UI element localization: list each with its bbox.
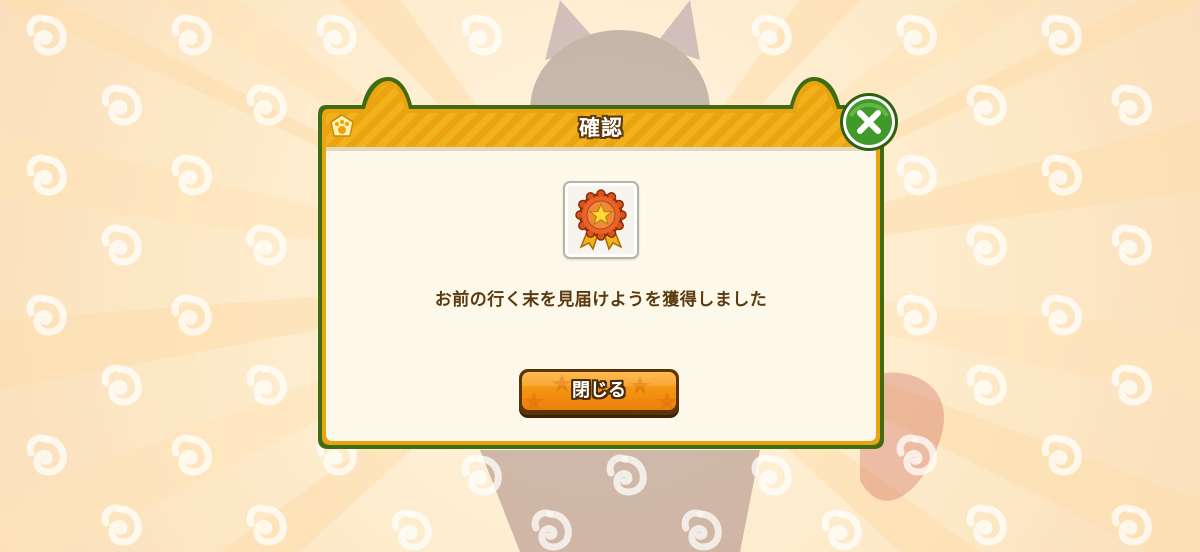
close-button-label: 閉じる (572, 380, 626, 401)
star-medal-ribbon-icon (575, 189, 627, 251)
game-scene: 確認 お前の行く末を見届けようを獲得しました 閉じる (0, 0, 1200, 552)
close-button[interactable]: 閉じる (519, 369, 679, 415)
close-button-face: 閉じる (522, 372, 676, 410)
confirm-dialog: 確認 お前の行く末を見届けようを獲得しました 閉じる (318, 75, 884, 449)
dismiss-x-button[interactable] (839, 92, 899, 152)
reward-item-slot (563, 181, 639, 259)
close-x-icon (840, 93, 898, 151)
reward-message: お前の行く末を見届けようを獲得しました (434, 290, 768, 310)
dialog-title: 確認 (579, 116, 623, 140)
